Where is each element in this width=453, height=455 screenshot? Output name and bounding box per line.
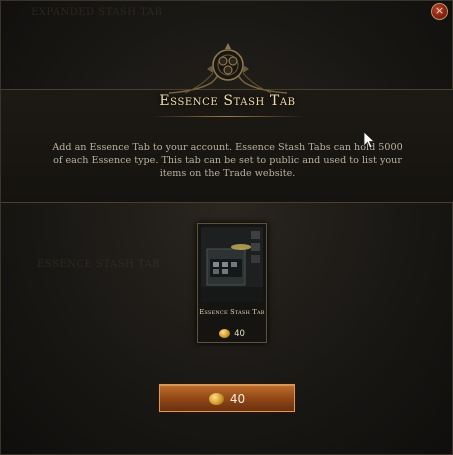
item-card-name: Essence Stash Tab bbox=[199, 308, 265, 316]
background-header-text: EXPANDED STASH TAB bbox=[31, 7, 163, 18]
close-button[interactable]: × bbox=[431, 3, 448, 20]
item-card-price: 40 bbox=[198, 323, 266, 339]
buy-button-price: 40 bbox=[229, 391, 246, 406]
background-item-label: ESSENCE STASH TAB bbox=[37, 259, 161, 270]
dialog-title: Essence Stash Tab bbox=[159, 93, 296, 109]
stash-tab-preview-image bbox=[201, 227, 263, 302]
item-card[interactable]: Essence Stash Tab 40 bbox=[197, 223, 267, 343]
item-card-price-value: 40 bbox=[234, 328, 245, 339]
buy-button[interactable]: 40 bbox=[159, 384, 295, 412]
ornament-crest-icon bbox=[168, 43, 288, 94]
purchase-dialog: EXPANDED STASH TAB ESSENCE STASH TAB × E… bbox=[0, 0, 453, 455]
coin-icon bbox=[219, 329, 231, 338]
coin-icon bbox=[208, 393, 224, 405]
item-description: Add an Essence Tab to your account. Esse… bbox=[52, 142, 403, 179]
title-divider bbox=[151, 116, 304, 117]
mouse-cursor-icon bbox=[363, 131, 375, 149]
